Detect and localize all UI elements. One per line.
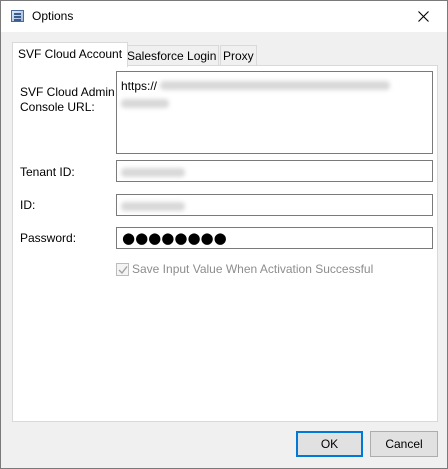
check-icon xyxy=(118,266,128,275)
tab-strip: SVF Cloud Account Salesforce Login Proxy xyxy=(12,42,442,67)
save-input-checkbox-label: Save Input Value When Activation Success… xyxy=(132,262,374,276)
close-button[interactable] xyxy=(401,1,447,32)
id-label: ID: xyxy=(20,198,36,212)
password-field[interactable]: ●●●●●●●● xyxy=(116,227,433,249)
url-value: https:// xyxy=(121,78,158,93)
password-label: Password: xyxy=(20,231,77,245)
title-bar: Options xyxy=(1,1,447,32)
redacted-id xyxy=(121,202,185,212)
tenant-id-label: Tenant ID: xyxy=(20,165,75,179)
ok-button[interactable]: OK xyxy=(296,431,363,457)
tab-salesforce-login[interactable]: Salesforce Login xyxy=(124,45,220,66)
options-dialog: Options SVF Cloud Account Salesforce Log… xyxy=(0,0,448,469)
tab-proxy[interactable]: Proxy xyxy=(220,45,257,66)
password-mask: ●●●●●●●● xyxy=(122,229,227,247)
close-icon xyxy=(418,11,429,22)
options-window-icon xyxy=(11,10,24,22)
redacted-tenant-id xyxy=(121,168,185,178)
id-field[interactable] xyxy=(116,194,433,216)
redacted-url-text xyxy=(121,99,169,109)
tenant-id-field[interactable] xyxy=(116,160,433,182)
svf-cloud-account-panel: SVF Cloud Admin Console URL: https:// Te… xyxy=(12,65,438,422)
window-title: Options xyxy=(32,9,74,23)
tab-svf-cloud-account[interactable]: SVF Cloud Account xyxy=(12,42,129,67)
admin-console-url-field[interactable]: https:// xyxy=(116,71,433,154)
save-input-checkbox[interactable] xyxy=(116,263,129,276)
redacted-url-text xyxy=(160,81,391,91)
cancel-button[interactable]: Cancel xyxy=(370,431,438,457)
url-label: SVF Cloud Admin Console URL: xyxy=(20,85,115,114)
